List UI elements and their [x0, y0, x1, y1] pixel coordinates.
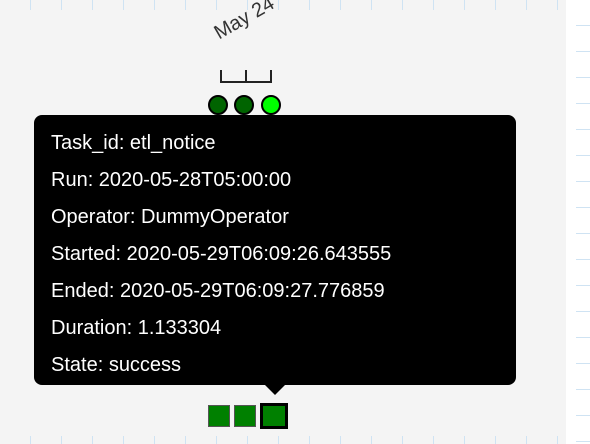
- right-panel-grid: [576, 0, 590, 444]
- dag-run-circle[interactable]: [208, 95, 228, 115]
- date-bracket: [220, 70, 272, 83]
- task-instance-square-selected[interactable]: [260, 403, 288, 429]
- top-grid-ticks: [0, 0, 590, 10]
- tree-view-canvas: May 24 Task_id: etl_notice Run: 2020-05-…: [0, 0, 590, 444]
- dag-run-circle[interactable]: [261, 95, 281, 115]
- tooltip-state: State: success: [51, 354, 182, 376]
- tooltip-arrow: [264, 384, 286, 395]
- task-instance-square[interactable]: [234, 405, 256, 427]
- tooltip-operator: Operator: DummyOperator: [51, 206, 289, 228]
- task-instance-square[interactable]: [208, 405, 230, 427]
- task-instance-tooltip: Task_id: etl_notice Run: 2020-05-28T05:0…: [34, 115, 516, 385]
- tooltip-task-id: Task_id: etl_notice: [51, 132, 216, 154]
- tooltip-started: Started: 2020-05-29T06:09:26.643555: [51, 243, 392, 265]
- tooltip-ended: Ended: 2020-05-29T06:09:27.776859: [51, 280, 385, 302]
- tooltip-run: Run: 2020-05-28T05:00:00: [51, 169, 292, 191]
- dag-run-circle[interactable]: [234, 95, 254, 115]
- bottom-grid-ticks: [0, 436, 566, 444]
- task-instance-squares: [208, 401, 292, 431]
- tooltip-duration: Duration: 1.133304: [51, 317, 222, 339]
